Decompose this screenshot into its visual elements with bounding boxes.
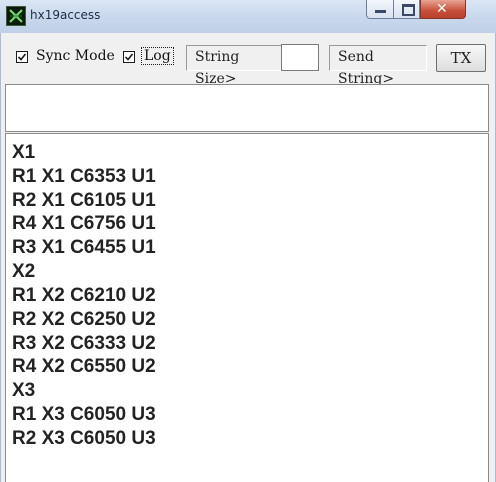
minimize-icon — [375, 10, 386, 13]
maximize-icon — [402, 4, 415, 16]
checkmark-icon — [124, 53, 134, 61]
sync-mode-label[interactable]: Sync Mode — [36, 48, 115, 64]
log-line: R3 X2 C6333 U2 — [12, 333, 156, 354]
title-bar[interactable]: hx19access ✕ — [0, 0, 496, 34]
maximize-button[interactable] — [393, 0, 420, 19]
log-line: R2 X2 C6250 U2 — [12, 309, 156, 330]
log-line: R3 X1 C6455 U1 — [12, 237, 156, 258]
log-checkbox[interactable] — [123, 51, 135, 63]
log-output[interactable]: X1 R1 X1 C6353 U1 R2 X1 C6105 U1 R4 X1 C… — [5, 133, 489, 482]
window-title: hx19access — [30, 8, 101, 22]
sync-mode-checkbox[interactable] — [16, 51, 28, 63]
log-line: R4 X2 C6550 U2 — [12, 356, 156, 377]
log-line: R4 X1 C6756 U1 — [12, 213, 156, 234]
log-line: X3 — [12, 380, 36, 401]
send-string-label: Send String> — [329, 45, 427, 87]
log-line: X2 — [12, 261, 36, 282]
app-icon — [6, 6, 26, 26]
string-size-label: String Size> — [186, 45, 282, 87]
log-line: R2 X3 C6050 U3 — [12, 428, 156, 449]
checkmark-icon — [17, 53, 27, 61]
minimize-button[interactable] — [366, 0, 394, 19]
log-line: R2 X1 C6105 U1 — [12, 190, 156, 211]
tx-button[interactable]: TX — [436, 44, 486, 72]
log-line: R1 X2 C6210 U2 — [12, 285, 156, 306]
send-string-input[interactable] — [5, 84, 489, 132]
string-size-input[interactable] — [281, 44, 319, 71]
log-line: X1 — [12, 142, 36, 163]
close-button[interactable]: ✕ — [420, 0, 466, 19]
log-line: R1 X1 C6353 U1 — [12, 166, 156, 187]
log-label[interactable]: Log — [141, 47, 174, 65]
log-line: R1 X3 C6050 U3 — [12, 404, 156, 425]
close-icon: ✕ — [436, 1, 448, 17]
